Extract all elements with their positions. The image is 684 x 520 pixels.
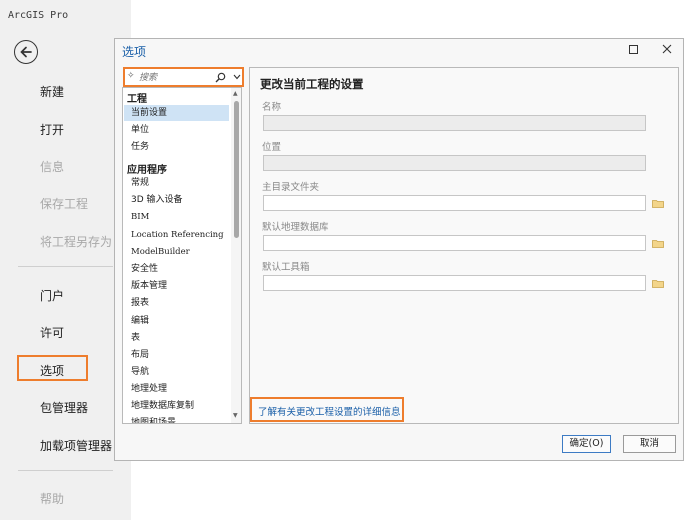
ok-button[interactable]: 确定(O) [562, 435, 611, 453]
location-field [263, 155, 646, 171]
field-label-name: 名称 [262, 102, 282, 113]
sidebar-divider [18, 470, 113, 471]
maximize-icon[interactable] [629, 45, 638, 54]
content-title: 更改当前工程的设置 [260, 77, 364, 91]
search-input[interactable] [139, 71, 211, 84]
sparkle-icon: ✧ [127, 71, 135, 81]
sidebar-item-open[interactable]: 打开 [40, 121, 64, 138]
scroll-down-icon[interactable]: ▼ [233, 412, 238, 419]
nav-group-application: 应用程序 [127, 165, 167, 176]
sidebar-item-save-project[interactable]: 保存工程 [40, 195, 88, 212]
folder-icon[interactable] [652, 199, 664, 208]
nav-item-current-settings[interactable]: 当前设置 [124, 105, 229, 121]
nav-item-map-and-scene[interactable]: 地图和场景 [124, 415, 229, 423]
nav-item-general[interactable]: 常规 [124, 175, 229, 191]
sidebar-item-new[interactable]: 新建 [40, 83, 64, 100]
chevron-down-icon[interactable] [233, 74, 241, 80]
nav-item-modelbuilder[interactable]: ModelBuilder [124, 244, 229, 260]
nav-item-layout[interactable]: 布局 [124, 347, 229, 363]
options-search-box: ✧ [123, 67, 244, 87]
search-icon[interactable] [215, 72, 226, 83]
scroll-thumb[interactable] [234, 101, 239, 238]
nav-group-project: 工程 [127, 94, 147, 105]
sidebar-item-package-manager[interactable]: 包管理器 [40, 399, 88, 416]
nav-item-location-referencing[interactable]: Location Referencing [124, 227, 229, 243]
sidebar-item-save-project-as[interactable]: 将工程另存为 [40, 233, 112, 250]
folder-icon[interactable] [652, 279, 664, 288]
nav-item-units[interactable]: 单位 [124, 122, 229, 138]
learn-more-link[interactable]: 了解有关更改工程设置的详细信息 [258, 404, 401, 418]
close-icon[interactable] [660, 42, 674, 56]
nav-item-reports[interactable]: 报表 [124, 295, 229, 311]
dialog-title: 选项 [122, 45, 147, 59]
app-title: ArcGIS Pro [8, 10, 69, 21]
options-dialog: 选项 ✧ 工程 当前设置 单位 任务 应用程序 常规 3D 输入设备 BIM L… [114, 38, 684, 461]
nav-item-security[interactable]: 安全性 [124, 261, 229, 277]
nav-item-3d-input-devices[interactable]: 3D 输入设备 [124, 192, 229, 208]
folder-icon[interactable] [652, 239, 664, 248]
nav-item-editing[interactable]: 编辑 [124, 313, 229, 329]
sidebar-item-options[interactable]: 选项 [40, 362, 64, 379]
nav-item-navigation[interactable]: 导航 [124, 364, 229, 380]
sidebar-item-help[interactable]: 帮助 [40, 490, 64, 507]
sidebar-divider [18, 266, 113, 267]
back-button[interactable] [14, 40, 38, 64]
field-label-default-toolbox: 默认工具箱 [262, 262, 310, 273]
field-label-home-folder: 主目录文件夹 [262, 182, 320, 193]
learn-more-highlight: 了解有关更改工程设置的详细信息 [250, 397, 404, 422]
default-toolbox-field[interactable] [263, 275, 646, 291]
sidebar-item-licensing[interactable]: 许可 [40, 324, 64, 341]
nav-scrollbar[interactable]: ▲ ▼ [231, 88, 241, 423]
field-label-location: 位置 [262, 142, 282, 153]
field-label-default-geodatabase: 默认地理数据库 [262, 222, 329, 233]
nav-item-geoprocessing[interactable]: 地理处理 [124, 381, 229, 397]
scroll-up-icon[interactable]: ▲ [233, 90, 238, 97]
sidebar-item-addin-manager[interactable]: 加载项管理器 [40, 437, 112, 454]
home-folder-field[interactable] [263, 195, 646, 211]
default-geodatabase-field[interactable] [263, 235, 646, 251]
backstage-sidebar: ArcGIS Pro 新建 打开 信息 保存工程 将工程另存为 门户 许可 选项… [0, 0, 131, 520]
nav-item-versioning[interactable]: 版本管理 [124, 278, 229, 294]
settings-content-panel: 更改当前工程的设置 名称 位置 主目录文件夹 默认地理数据库 默认工具箱 了解有… [249, 67, 679, 424]
cancel-button[interactable]: 取消 [623, 435, 676, 453]
name-field [263, 115, 646, 131]
sidebar-item-portal[interactable]: 门户 [40, 287, 64, 304]
nav-item-table[interactable]: 表 [124, 330, 229, 346]
nav-item-geodatabase-replication[interactable]: 地理数据库复制 [124, 398, 229, 414]
options-nav-list: 工程 当前设置 单位 任务 应用程序 常规 3D 输入设备 BIM Locati… [122, 87, 242, 424]
nav-item-tasks[interactable]: 任务 [124, 139, 229, 155]
sidebar-item-info[interactable]: 信息 [40, 158, 64, 175]
back-arrow-icon [20, 46, 32, 58]
nav-item-bim[interactable]: BIM [124, 209, 229, 225]
